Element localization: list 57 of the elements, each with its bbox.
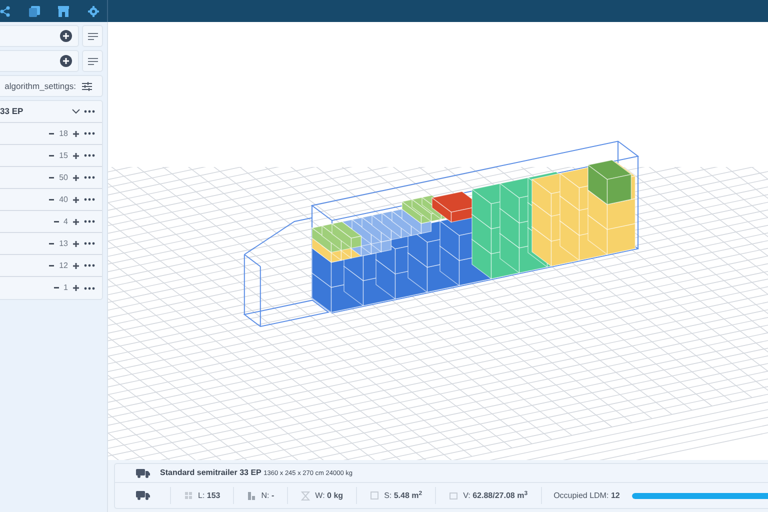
input-field[interactable] xyxy=(0,50,79,72)
minus-icon[interactable] xyxy=(49,264,54,266)
quantity-value: 4 xyxy=(64,216,68,228)
quantity-value: 1 xyxy=(64,282,68,294)
quantity-value: 13 xyxy=(59,238,68,250)
plus-icon[interactable] xyxy=(73,285,79,291)
minus-icon[interactable] xyxy=(49,176,54,178)
chevron-icon[interactable] xyxy=(72,109,80,114)
quantity-value: 15 xyxy=(59,150,68,162)
list-button[interactable] xyxy=(82,25,103,47)
quantity-value: 50 xyxy=(59,172,68,184)
stat-text: W: 0 kg xyxy=(315,490,344,502)
stat-text: N: - xyxy=(261,490,274,502)
list-button[interactable] xyxy=(82,50,103,72)
truck-icon xyxy=(136,468,150,478)
group-title: 33 EP xyxy=(0,105,24,118)
more-icon[interactable] xyxy=(84,286,95,290)
minus-icon[interactable] xyxy=(49,132,54,134)
more-icon[interactable] xyxy=(84,110,95,113)
plus-icon[interactable] xyxy=(73,130,79,136)
plus-icon[interactable] xyxy=(73,240,79,246)
more-icon[interactable] xyxy=(84,220,95,223)
minus-icon[interactable] xyxy=(54,220,59,222)
quantity-value: 18 xyxy=(59,128,68,140)
menu-icon xyxy=(88,32,98,40)
minus-icon[interactable] xyxy=(49,242,54,244)
more-icon[interactable] xyxy=(84,132,95,135)
truck-icon xyxy=(136,491,150,500)
stat-text: S: 5.48 m$^{2}$ xyxy=(384,490,422,502)
ldm-text: Occupied LDM: 12 xyxy=(552,490,621,502)
share-icon[interactable] xyxy=(0,6,10,16)
input-field[interactable] xyxy=(0,25,79,47)
minus-icon[interactable] xyxy=(54,287,59,289)
minus-icon[interactable] xyxy=(49,198,54,200)
settings-icon[interactable] xyxy=(88,6,99,16)
area-icon xyxy=(370,490,380,500)
plus-icon[interactable] xyxy=(73,218,79,224)
add-icon[interactable] xyxy=(60,55,72,67)
more-icon[interactable] xyxy=(84,176,95,179)
settings-button[interactable]: algorithm_settings: xyxy=(0,75,103,97)
sliders-icon xyxy=(82,82,92,90)
store-icon[interactable] xyxy=(58,6,70,16)
stat-text: V: 62.88/27.08 m$^{3}$ xyxy=(463,490,528,502)
quantity-value: 40 xyxy=(59,194,68,206)
plus-icon[interactable] xyxy=(73,196,79,202)
add-icon[interactable] xyxy=(60,30,72,42)
plus-icon[interactable] xyxy=(73,152,79,158)
plus-icon[interactable] xyxy=(73,174,79,180)
menu-icon xyxy=(88,58,98,64)
more-icon[interactable] xyxy=(84,198,95,201)
quantity-value: 12 xyxy=(59,260,68,272)
minus-icon[interactable] xyxy=(49,154,54,156)
stat-text: L: 153 xyxy=(198,490,220,502)
plus-icon[interactable] xyxy=(73,262,79,268)
more-icon[interactable] xyxy=(84,242,95,245)
more-icon[interactable] xyxy=(84,154,95,157)
more-icon[interactable] xyxy=(84,264,95,267)
